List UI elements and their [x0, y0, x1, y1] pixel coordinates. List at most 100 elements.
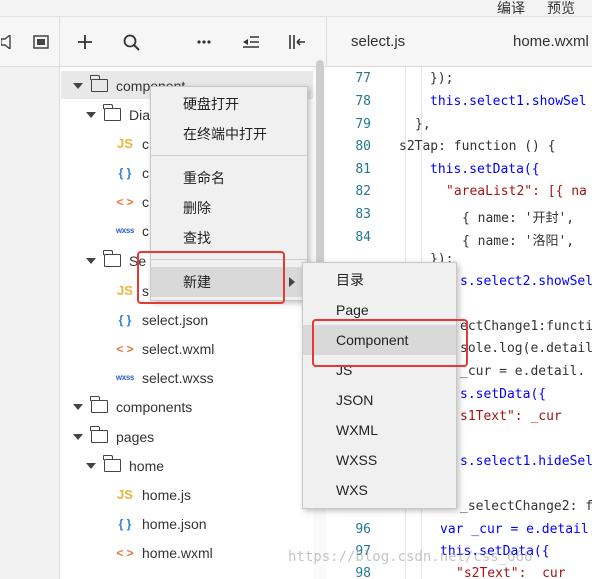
activity-bar — [0, 67, 60, 579]
submenu-item-directory[interactable]: 目录 — [303, 265, 456, 295]
toolbar-divider — [326, 17, 327, 67]
submenu-item-wxs[interactable]: WXS — [303, 475, 456, 505]
tree-item-file[interactable]: JS c — [114, 129, 149, 158]
window-icon[interactable] — [26, 17, 56, 67]
tree-item-dialog-folder[interactable]: Dia — [86, 100, 150, 129]
toolbar: select.js home.wxml — [0, 17, 592, 67]
code-line: var _cur = e.detail — [440, 522, 589, 537]
tree-item-home-wxml[interactable]: < > home.wxml — [114, 538, 212, 567]
folder-icon — [103, 250, 121, 267]
line-number: 83 — [355, 207, 371, 222]
line-number: 84 — [355, 230, 371, 245]
menu-item-delete[interactable]: 删除 — [151, 193, 307, 223]
watermark: https://blog.csdn.net/css_666 — [288, 549, 533, 565]
search-icon[interactable] — [116, 17, 146, 67]
code-line: s.setData({ — [460, 387, 547, 402]
tab-select-js[interactable]: select.js — [351, 17, 405, 67]
expand-caret-icon — [86, 462, 96, 469]
code-line: ectChange1:functio — [460, 319, 592, 334]
menu-item-find[interactable]: 查找 — [151, 223, 307, 253]
expand-caret-icon — [86, 111, 96, 118]
submenu-item-wxss[interactable]: WXSS — [303, 445, 456, 475]
line-number: 77 — [355, 71, 371, 86]
submenu-item-page[interactable]: Page — [303, 295, 456, 325]
more-icon[interactable] — [189, 17, 219, 67]
submenu-item-js[interactable]: JS — [303, 355, 456, 385]
tree-item-file[interactable]: wxss c — [114, 216, 149, 245]
line-number: 79 — [355, 117, 371, 132]
line-number: 81 — [355, 162, 371, 177]
submenu-item-component[interactable]: Component — [303, 325, 456, 355]
compile-menu[interactable]: 编译 — [497, 0, 525, 18]
menu-divider — [151, 155, 307, 156]
code-line: }, — [415, 117, 431, 132]
tree-item-select-folder[interactable]: Se — [86, 246, 146, 275]
collapse-icon[interactable] — [236, 17, 266, 67]
new-submenu: 目录 Page Component JS JSON WXML WXSS WXS — [302, 262, 457, 509]
wxss-file-icon: wxss — [115, 373, 135, 382]
line-number: 98 — [355, 566, 371, 579]
code-line: s.select2.showSel — [460, 274, 592, 289]
folder-icon — [103, 104, 121, 121]
expand-caret-icon — [73, 82, 83, 89]
code-line: "areaList2": [{ na — [446, 184, 587, 199]
folder-icon — [90, 426, 108, 443]
line-number: 78 — [355, 94, 371, 109]
wxss-file-icon: wxss — [115, 226, 135, 235]
tree-item-file[interactable]: JS s — [114, 276, 149, 305]
menu-divider — [151, 259, 307, 260]
menu-item-rename[interactable]: 重命名 — [151, 163, 307, 193]
json-file-icon: { } — [118, 516, 132, 531]
code-line: this.setData({ — [430, 162, 540, 177]
preview-menu[interactable]: 预览 — [547, 0, 575, 18]
top-menu-bar: 编译 预览 — [0, 0, 592, 17]
submenu-item-json[interactable]: JSON — [303, 385, 456, 415]
speaker-icon[interactable] — [0, 17, 14, 67]
tree-item-home-json[interactable]: { } home.json — [114, 509, 207, 538]
code-line: sole.log(e.detail — [460, 341, 592, 356]
code-line: { name: '开封', — [462, 211, 575, 226]
wxml-file-icon: < > — [116, 194, 134, 209]
json-file-icon: { } — [118, 165, 132, 180]
code-line: "s2Text": _cur — [456, 566, 566, 579]
code-line: s1Text": _cur — [460, 409, 562, 424]
toolbar-left — [0, 17, 60, 67]
tree-item-select-wxml[interactable]: < > select.wxml — [114, 334, 214, 363]
tree-item-file[interactable]: { } c — [114, 158, 149, 187]
menu-item-open-terminal[interactable]: 在终端中打开 — [151, 119, 307, 149]
tab-home-wxml[interactable]: home.wxml — [513, 17, 589, 67]
tree-item-components[interactable]: components — [73, 392, 192, 421]
split-icon[interactable] — [282, 17, 312, 67]
tree-item-select-json[interactable]: { } select.json — [114, 305, 209, 334]
expand-caret-icon — [73, 403, 83, 410]
line-number: 82 — [355, 184, 371, 199]
js-file-icon: JS — [117, 487, 133, 502]
add-icon[interactable] — [70, 17, 100, 67]
line-number: 96 — [355, 522, 371, 537]
wxml-file-icon: < > — [116, 545, 134, 560]
tree-item-home[interactable]: home — [86, 451, 164, 480]
tree-item-file[interactable]: < > c — [114, 187, 149, 216]
wxml-file-icon: < > — [116, 341, 134, 356]
tree-item-home-js[interactable]: JS home.js — [114, 480, 191, 509]
code-line: s.select1.hideSel — [460, 454, 592, 469]
code-line: s2Tap: function () { — [399, 139, 556, 154]
submenu-arrow-icon — [289, 277, 295, 287]
js-file-icon: JS — [117, 136, 133, 151]
tree-item-pages[interactable]: pages — [73, 422, 154, 451]
json-file-icon: { } — [118, 312, 132, 327]
submenu-item-wxml[interactable]: WXML — [303, 415, 456, 445]
js-file-icon: JS — [117, 283, 133, 298]
expand-caret-icon — [86, 257, 96, 264]
menu-item-new-label: 新建 — [183, 274, 211, 290]
code-line: }); — [430, 71, 454, 86]
menu-item-open-disk[interactable]: 硬盘打开 — [151, 89, 307, 119]
code-line: this.select1.showSel — [430, 94, 587, 109]
line-number: 80 — [355, 139, 371, 154]
tree-item-select-wxss[interactable]: wxss select.wxss — [114, 363, 214, 392]
menu-item-new[interactable]: 新建 — [151, 267, 307, 297]
code-line: _cur = e.detail. — [460, 364, 586, 379]
tree-scrollbar-thumb[interactable] — [316, 60, 324, 270]
context-menu: 硬盘打开 在终端中打开 重命名 删除 查找 新建 — [150, 86, 308, 301]
code-line: _selectChange2: funct — [460, 499, 592, 514]
